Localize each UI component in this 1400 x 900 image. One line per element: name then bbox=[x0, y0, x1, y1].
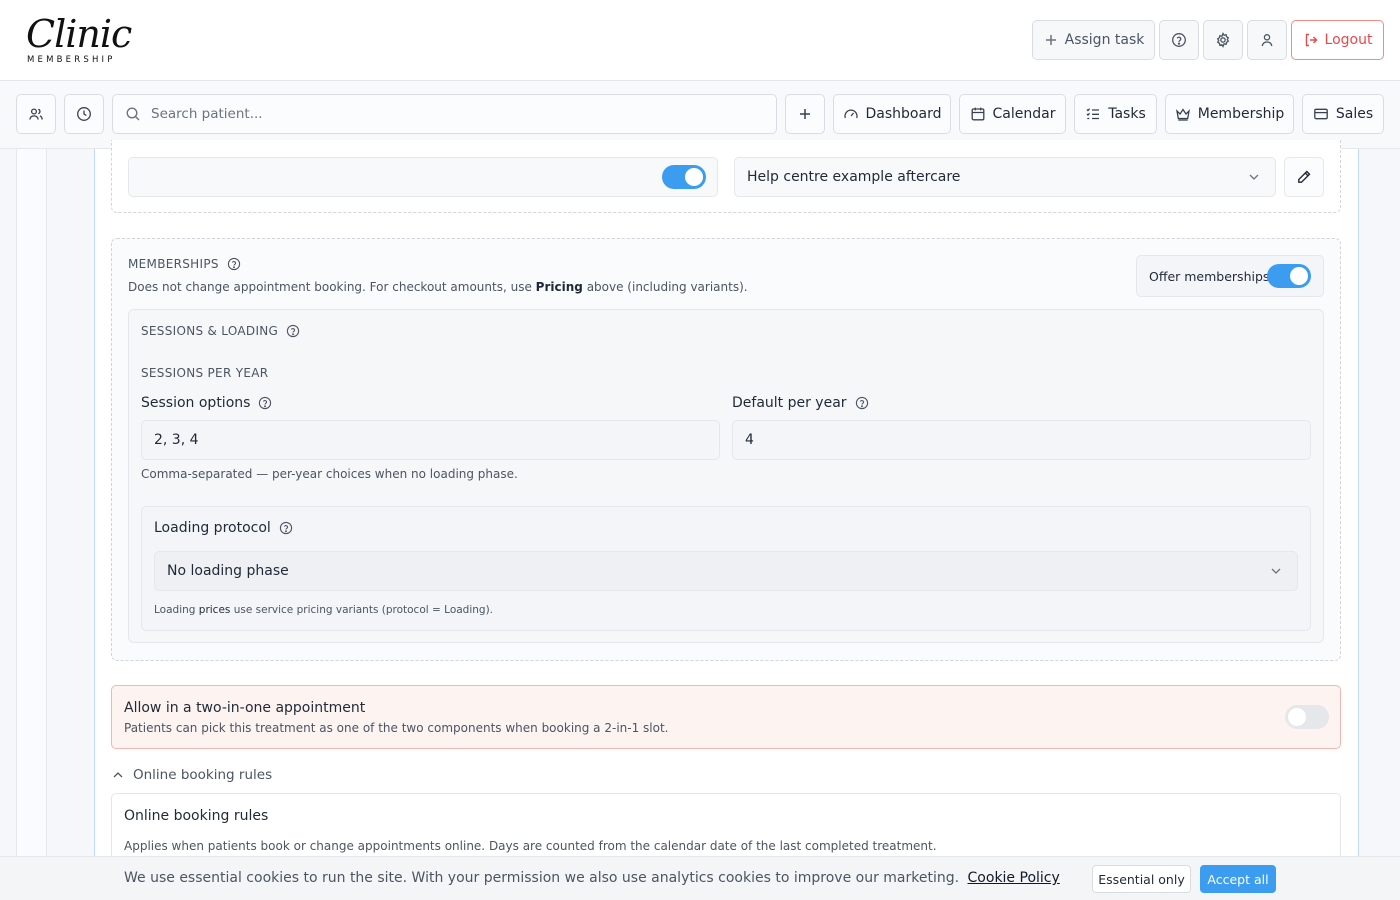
search-icon bbox=[126, 107, 140, 121]
default-per-year-label-text: Default per year bbox=[732, 395, 847, 411]
nav-calendar[interactable]: Calendar bbox=[959, 94, 1066, 134]
loading-note-bold: prices bbox=[198, 604, 231, 616]
aftercare-select[interactable]: Help centre example aftercare bbox=[734, 157, 1276, 197]
patients-button[interactable] bbox=[16, 94, 56, 134]
pencil-icon bbox=[1298, 170, 1311, 183]
accept-all-button[interactable]: Accept all bbox=[1200, 865, 1276, 893]
two-in-one-description: Patients can pick this treatment as one … bbox=[124, 721, 669, 735]
credit-card-icon bbox=[1314, 108, 1328, 120]
memberships-title: MEMBERSHIPS bbox=[128, 257, 219, 271]
calendar-icon bbox=[971, 107, 984, 121]
loading-protocol-label-text: Loading protocol bbox=[154, 520, 271, 536]
plus-icon bbox=[800, 109, 810, 119]
default-per-year-input[interactable] bbox=[732, 420, 1311, 460]
online-booking-description: Applies when patients book or change app… bbox=[124, 839, 937, 853]
chevron-up-icon bbox=[113, 772, 123, 778]
cookie-message-text: We use essential cookies to run the site… bbox=[124, 870, 960, 886]
session-options-input[interactable] bbox=[141, 420, 720, 460]
clock-icon bbox=[77, 107, 91, 121]
aftercare-select-value: Help centre example aftercare bbox=[747, 169, 961, 185]
two-in-one-section: Allow in a two-in-one appointment Patien… bbox=[111, 685, 1341, 749]
help-circle-icon[interactable] bbox=[258, 396, 272, 410]
session-options-label-text: Session options bbox=[141, 395, 251, 411]
users-icon bbox=[29, 108, 43, 120]
nav-dashboard-label: Dashboard bbox=[865, 106, 942, 122]
tasks-list-icon bbox=[1086, 108, 1100, 120]
sessions-per-year-heading: SESSIONS PER YEAR bbox=[141, 366, 268, 380]
logout-icon bbox=[1305, 33, 1318, 47]
profile-button[interactable] bbox=[1247, 20, 1287, 60]
help-button[interactable] bbox=[1159, 20, 1199, 60]
search-input[interactable] bbox=[151, 106, 751, 122]
loading-protocol-select[interactable]: No loading phase bbox=[154, 551, 1298, 591]
user-icon bbox=[1261, 34, 1273, 47]
nav-calendar-label: Calendar bbox=[992, 106, 1056, 122]
nav-membership-label: Membership bbox=[1197, 106, 1285, 122]
nav-sales[interactable]: Sales bbox=[1302, 94, 1384, 134]
memberships-description: Does not change appointment booking. For… bbox=[128, 280, 748, 294]
memberships-desc-bold: Pricing bbox=[535, 280, 583, 294]
aftercare-toggle-field bbox=[128, 157, 718, 197]
nav-bar: Dashboard Calendar Tasks Membership Sale… bbox=[0, 81, 1400, 149]
default-per-year-label: Default per year bbox=[732, 395, 869, 411]
memberships-desc-after: above (including variants). bbox=[586, 280, 748, 294]
chevron-down-icon bbox=[1271, 568, 1281, 574]
top-header: Clinic MEMBERSHIP Assign task Logout bbox=[0, 0, 1400, 81]
assign-task-label: Assign task bbox=[1064, 32, 1145, 48]
nav-tasks-label: Tasks bbox=[1108, 106, 1146, 122]
memberships-heading: MEMBERSHIPS bbox=[128, 257, 241, 271]
loading-note: Loading prices use service pricing varia… bbox=[154, 604, 493, 616]
sessions-loading-heading: SESSIONS & LOADING bbox=[141, 324, 300, 338]
two-in-one-title: Allow in a two-in-one appointment bbox=[124, 700, 366, 716]
assign-task-button[interactable]: Assign task bbox=[1032, 20, 1155, 60]
logo-script: Clinic bbox=[26, 12, 132, 56]
loading-note-rest: use service pricing variants (protocol =… bbox=[233, 604, 494, 616]
two-in-one-toggle[interactable] bbox=[1285, 705, 1329, 729]
patient-search[interactable] bbox=[112, 94, 777, 134]
online-booking-collapse[interactable]: Online booking rules bbox=[111, 765, 272, 785]
edit-aftercare-button[interactable] bbox=[1284, 157, 1324, 197]
online-booking-collapse-label: Online booking rules bbox=[133, 767, 273, 783]
memberships-desc-before: Does not change appointment booking. For… bbox=[128, 280, 532, 294]
add-button[interactable] bbox=[785, 94, 825, 134]
chevron-down-icon bbox=[1249, 174, 1259, 180]
cookie-banner: We use essential cookies to run the site… bbox=[0, 856, 1400, 900]
sessions-per-year-title: SESSIONS PER YEAR bbox=[141, 366, 269, 380]
offer-memberships-label: Offer memberships bbox=[1149, 268, 1270, 284]
clinic-logo[interactable]: Clinic MEMBERSHIP bbox=[26, 12, 136, 68]
cookie-message: We use essential cookies to run the site… bbox=[124, 870, 1060, 886]
help-circle-icon[interactable] bbox=[286, 324, 300, 338]
cookie-policy-link[interactable]: Cookie Policy bbox=[968, 870, 1060, 886]
aftercare-toggle[interactable] bbox=[662, 165, 706, 189]
offer-memberships-toggle[interactable] bbox=[1267, 264, 1311, 288]
logout-button[interactable]: Logout bbox=[1291, 20, 1384, 60]
nav-dashboard[interactable]: Dashboard bbox=[833, 94, 951, 134]
essential-only-button[interactable]: Essential only bbox=[1092, 865, 1191, 893]
session-options-label: Session options bbox=[141, 395, 272, 411]
left-rail bbox=[16, 149, 47, 859]
help-circle-icon bbox=[1172, 33, 1186, 47]
plus-icon bbox=[1045, 35, 1056, 45]
crown-icon bbox=[1175, 108, 1190, 121]
loading-note-prefix: Loading bbox=[154, 604, 196, 616]
help-circle-icon[interactable] bbox=[227, 257, 241, 271]
help-circle-icon[interactable] bbox=[279, 521, 293, 535]
session-options-hint: Comma-separated — per-year choices when … bbox=[141, 467, 518, 481]
online-booking-title: Online booking rules bbox=[124, 808, 269, 824]
loading-protocol-label: Loading protocol bbox=[154, 520, 293, 536]
nav-tasks[interactable]: Tasks bbox=[1074, 94, 1157, 134]
nav-sales-label: Sales bbox=[1335, 106, 1374, 122]
loading-protocol-value: No loading phase bbox=[167, 563, 289, 579]
nav-membership[interactable]: Membership bbox=[1165, 94, 1294, 134]
online-booking-rules-box: Online booking rules Applies when patien… bbox=[111, 793, 1341, 863]
help-circle-icon[interactable] bbox=[855, 396, 869, 410]
settings-button[interactable] bbox=[1203, 20, 1243, 60]
gauge-icon bbox=[843, 109, 858, 119]
history-button[interactable] bbox=[64, 94, 104, 134]
offer-memberships-box: Offer memberships bbox=[1136, 255, 1324, 297]
logo-subtitle: MEMBERSHIP bbox=[27, 55, 116, 65]
sessions-loading-title: SESSIONS & LOADING bbox=[141, 324, 279, 338]
logout-label: Logout bbox=[1324, 32, 1373, 48]
gear-icon bbox=[1216, 32, 1230, 48]
